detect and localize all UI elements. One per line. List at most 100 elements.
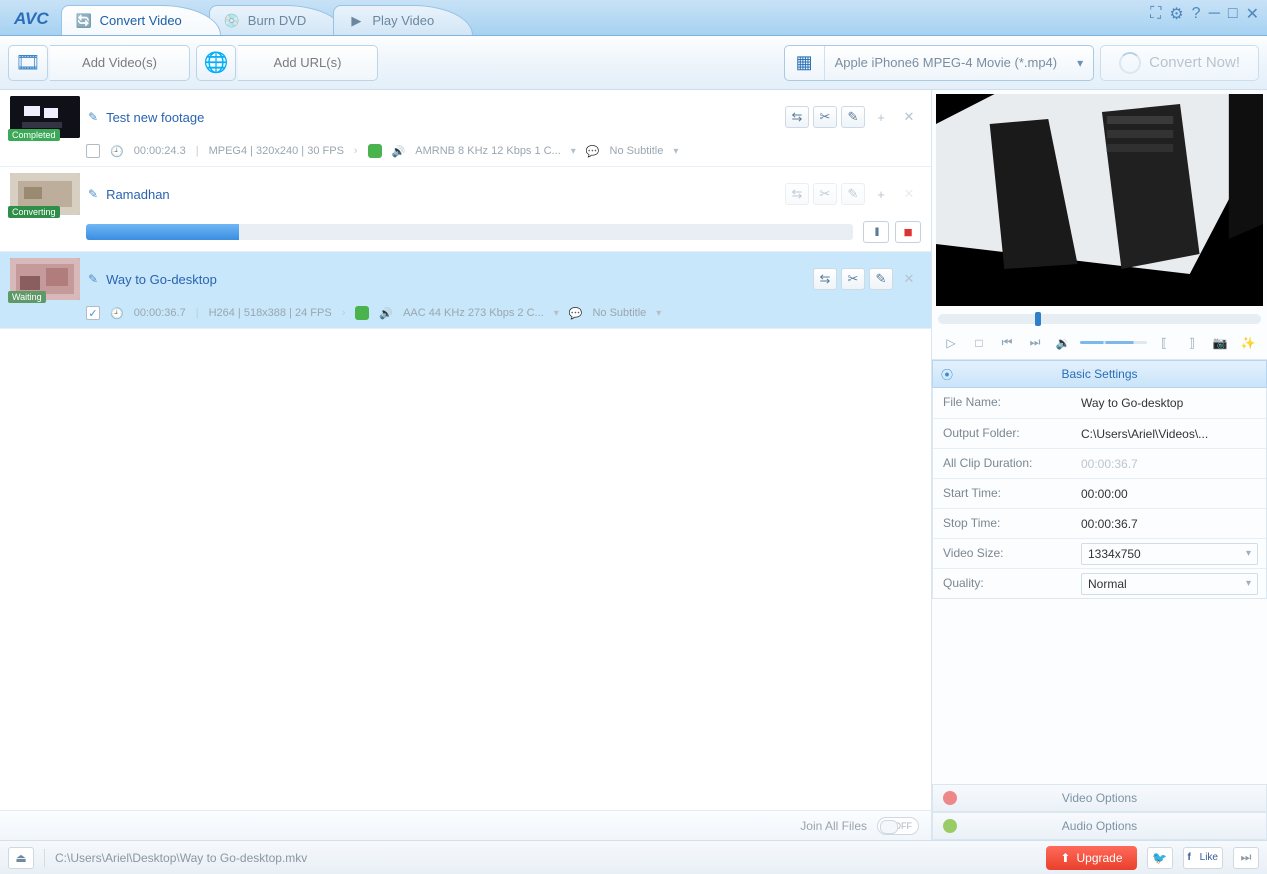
cut-icon[interactable]: ✂ <box>841 268 865 290</box>
join-toggle[interactable]: OFF <box>877 817 919 835</box>
bracket-left-icon[interactable]: ⟦ <box>1153 332 1175 354</box>
item-title[interactable]: Test new footage <box>106 110 204 125</box>
subtitle-icon: 💬 <box>586 145 600 158</box>
file-list: Completed ✎ Test new footage ⇆ ✂ ✎ + ✕ 🕘 <box>0 90 931 810</box>
checkbox[interactable] <box>86 144 100 158</box>
pause-button[interactable]: II <box>863 221 889 243</box>
quality-select[interactable]: Normal▾ <box>1081 573 1258 595</box>
skip-end-icon[interactable]: ⏭ <box>1233 847 1259 869</box>
maximize-icon[interactable]: □ <box>1228 5 1238 23</box>
clock-icon: 🕘 <box>110 145 124 158</box>
bracket-right-icon[interactable]: ⟧ <box>1181 332 1203 354</box>
clock-icon: 🕘 <box>110 307 124 320</box>
chevron-down-icon[interactable]: ▾ <box>656 308 661 319</box>
disc-icon: 💿 <box>224 13 240 29</box>
remove-icon[interactable]: ✕ <box>897 183 921 205</box>
file-name-value[interactable]: Way to Go-desktop <box>1081 396 1183 410</box>
preview-seekbar[interactable] <box>938 314 1261 324</box>
gear-icon[interactable]: ⚙ <box>1169 4 1183 24</box>
pencil-icon[interactable]: ✎ <box>88 272 98 286</box>
item-title[interactable]: Way to Go-desktop <box>106 272 217 287</box>
tab-convert-video[interactable]: 🔄 Convert Video <box>61 5 221 35</box>
plus-icon[interactable]: + <box>869 106 893 128</box>
stop-time-value[interactable]: 00:00:36.7 <box>1081 517 1138 531</box>
plus-icon[interactable]: + <box>869 183 893 205</box>
effects-icon[interactable]: ✨ <box>1237 332 1259 354</box>
twitter-button[interactable]: 🐦 <box>1147 847 1173 869</box>
upgrade-button[interactable]: ⬆ Upgrade <box>1046 846 1136 870</box>
remove-icon[interactable]: ✕ <box>897 106 921 128</box>
list-item[interactable]: Waiting ✎ Way to Go-desktop ⇆ ✂ ✎ ✕ ✓ 🕘 … <box>0 252 931 329</box>
remove-icon[interactable]: ✕ <box>897 268 921 290</box>
convert-now-button[interactable]: Convert Now! <box>1100 45 1259 81</box>
button-label: Add URL(s) <box>238 45 378 81</box>
join-label: Join All Files <box>800 819 867 833</box>
chevron-down-icon[interactable]: ▾ <box>571 146 576 157</box>
add-videos-button[interactable]: 🎞 Add Video(s) <box>8 44 190 82</box>
pencil-icon[interactable]: ✎ <box>88 187 98 201</box>
label: File Name: <box>933 388 1073 418</box>
list-item[interactable]: Completed ✎ Test new footage ⇆ ✂ ✎ + ✕ 🕘 <box>0 90 931 167</box>
basic-settings-header[interactable]: ⦿ Basic Settings <box>932 360 1267 388</box>
list-item[interactable]: Converting ✎ Ramadhan ⇆ ✂ ✎ + ✕ II <box>0 167 931 252</box>
close-icon[interactable]: ✕ <box>1246 4 1259 24</box>
edit-icon[interactable]: ✎ <box>841 183 865 205</box>
output-folder-value[interactable]: C:\Users\Ariel\Videos\... <box>1081 427 1208 441</box>
start-time-value[interactable]: 00:00:00 <box>1081 487 1128 501</box>
video-options-header[interactable]: Video Options <box>932 784 1267 812</box>
video-size-select[interactable]: 1334x750▾ <box>1081 543 1258 565</box>
play-icon[interactable]: ▷ <box>940 332 962 354</box>
device-icon: ▦ <box>785 46 825 80</box>
stop-button[interactable]: ■ <box>895 221 921 243</box>
add-urls-button[interactable]: 🌐 Add URL(s) <box>196 44 378 82</box>
audio-options-header[interactable]: Audio Options <box>932 812 1267 840</box>
open-folder-button[interactable]: ⏏ <box>8 847 34 869</box>
facebook-like-button[interactable]: f Like <box>1183 847 1223 869</box>
tab-label: Burn DVD <box>248 13 307 28</box>
help-icon[interactable]: ? <box>1192 5 1201 23</box>
profile-label: Apple iPhone6 MPEG-4 Movie (*.mp4) <box>825 55 1068 70</box>
speaker-icon: 🔊 <box>379 307 393 320</box>
next-icon[interactable]: ⏭ <box>1024 332 1046 354</box>
chevron-down-icon[interactable]: ▾ <box>554 308 559 319</box>
join-files-row: Join All Files OFF <box>0 810 931 840</box>
prev-icon[interactable]: ⏮ <box>996 332 1018 354</box>
cut-icon[interactable]: ✂ <box>813 183 837 205</box>
clip-icon[interactable]: ⇆ <box>813 268 837 290</box>
clip-duration-value: 00:00:36.7 <box>1081 457 1138 471</box>
chevron-down-icon: ▾ <box>1246 548 1251 559</box>
snapshot-icon[interactable]: 📷 <box>1209 332 1231 354</box>
globe-icon: 🌐 <box>196 45 236 81</box>
output-profile-select[interactable]: ▦ Apple iPhone6 MPEG-4 Movie (*.mp4) ▾ <box>784 45 1095 81</box>
tab-play-video[interactable]: ▶ Play Video <box>333 5 473 35</box>
label: Quality: <box>933 569 1073 598</box>
label: Output Folder: <box>933 419 1073 448</box>
cut-icon[interactable]: ✂ <box>813 106 837 128</box>
statusbar: ⏏ C:\Users\Ariel\Desktop\Way to Go-deskt… <box>0 840 1267 874</box>
volume-icon[interactable]: 🔉 <box>1052 332 1074 354</box>
minimize-icon[interactable]: ─ <box>1209 5 1220 23</box>
trim-range[interactable] <box>1080 341 1147 344</box>
pencil-icon[interactable]: ✎ <box>88 110 98 124</box>
edit-icon[interactable]: ✎ <box>841 106 865 128</box>
file-list-column: Completed ✎ Test new footage ⇆ ✂ ✎ + ✕ 🕘 <box>0 90 932 840</box>
edit-icon[interactable]: ✎ <box>869 268 893 290</box>
stop-icon[interactable]: □ <box>968 332 990 354</box>
basic-settings-grid: File Name: Way to Go-desktop Output Folde… <box>932 388 1267 599</box>
titlebar: AVC 🔄 Convert Video 💿 Burn DVD ▶ Play Vi… <box>0 0 1267 36</box>
button-label: Convert Now! <box>1149 54 1240 71</box>
item-title[interactable]: Ramadhan <box>106 187 170 202</box>
subtitle-icon: 💬 <box>569 307 583 320</box>
subtitle: No Subtitle <box>592 307 646 319</box>
tab-label: Convert Video <box>100 13 182 28</box>
main-tabs: 🔄 Convert Video 💿 Burn DVD ▶ Play Video <box>61 0 462 35</box>
status-badge: Converting <box>8 206 60 218</box>
dot-icon <box>943 791 957 805</box>
clip-icon[interactable]: ⇆ <box>785 106 809 128</box>
preview-pane <box>936 94 1263 306</box>
checkbox[interactable]: ✓ <box>86 306 100 320</box>
clip-icon[interactable]: ⇆ <box>785 183 809 205</box>
expand-icon[interactable]: ⛶ <box>1150 5 1161 23</box>
tab-burn-dvd[interactable]: 💿 Burn DVD <box>209 5 346 35</box>
chevron-down-icon[interactable]: ▾ <box>673 146 678 157</box>
